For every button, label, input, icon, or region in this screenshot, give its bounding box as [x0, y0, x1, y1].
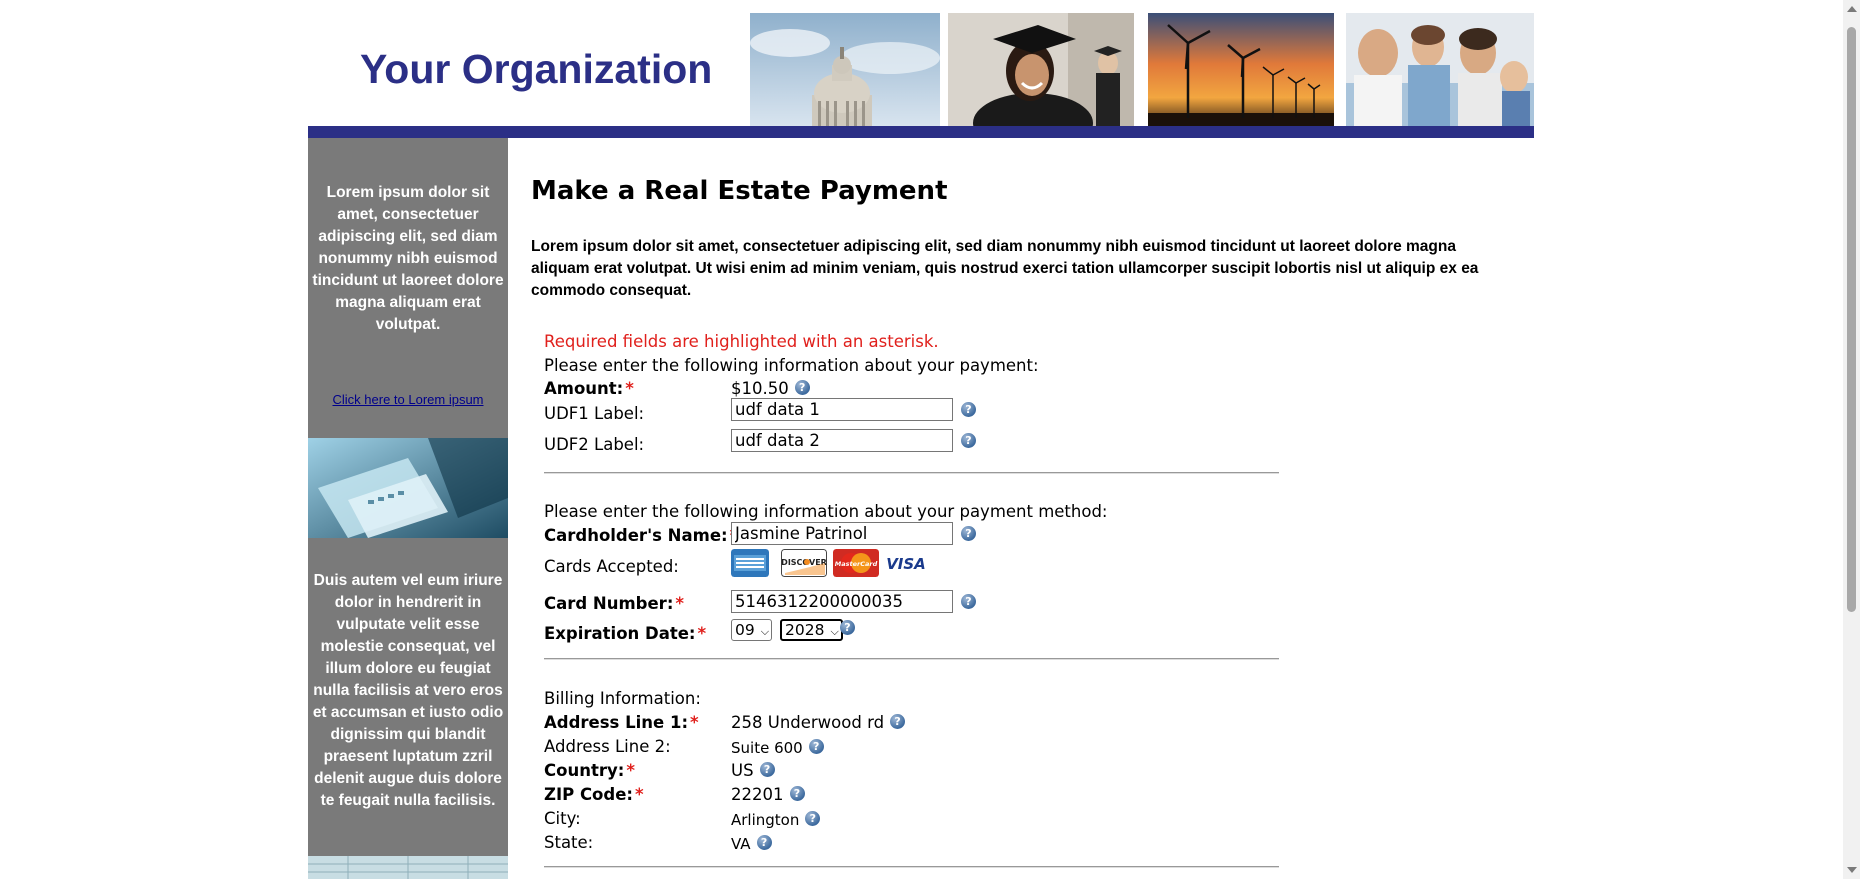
city-label: City:	[544, 809, 581, 828]
state-label: State:	[544, 833, 594, 852]
expiration-month-select[interactable]: 09 ⌵	[731, 619, 773, 641]
capitol-photo	[750, 13, 940, 126]
udf1-row: UDF1 Label: ?	[544, 398, 1279, 430]
credit-cards-photo	[308, 438, 508, 538]
help-icon[interactable]: ?	[805, 811, 821, 826]
header-accent-bar	[308, 126, 1534, 138]
billing-heading: Billing Information:	[544, 689, 701, 708]
country-row: Country: * US?	[544, 761, 1279, 787]
required-asterisk: *	[675, 594, 685, 613]
address1-label: Address Line 1: *	[544, 713, 699, 732]
zip-label: ZIP Code: *	[544, 785, 644, 804]
help-icon[interactable]: ?	[961, 402, 976, 417]
help-icon[interactable]: ?	[789, 786, 805, 801]
help-icon[interactable]: ?	[961, 526, 976, 541]
help-icon[interactable]: ?	[756, 835, 772, 850]
organization-logo: Your Organization	[360, 46, 713, 92]
cardholder-name-input[interactable]	[731, 522, 953, 545]
required-asterisk: *	[625, 379, 634, 398]
udf1-input[interactable]	[731, 398, 953, 421]
state-value: VA?	[731, 835, 772, 853]
amount-label: Amount: *	[544, 379, 634, 398]
chevron-down-icon: ⌵	[830, 625, 839, 638]
address2-row: Address Line 2: Suite 600?	[544, 737, 1279, 763]
expiration-row: Expiration Date: * 09 ⌵ 2028 ⌵ ?	[544, 619, 1279, 650]
help-icon[interactable]: ?	[890, 714, 906, 729]
udf2-label: UDF2 Label:	[544, 435, 645, 454]
visa-text: VISA	[886, 555, 926, 573]
required-asterisk: *	[626, 761, 635, 780]
address1-row: Address Line 1: * 258 Underwood rd?	[544, 713, 1279, 739]
udf2-input[interactable]	[731, 429, 953, 452]
mastercard-text: MasterCard	[835, 560, 878, 568]
card-number-input[interactable]	[731, 590, 953, 613]
zip-value: 22201?	[731, 785, 805, 804]
amex-logo	[731, 549, 769, 577]
mastercard-logo: MasterCard	[833, 549, 879, 577]
page-scrollbar[interactable]	[1843, 0, 1860, 879]
help-icon[interactable]: ?	[794, 380, 810, 395]
address2-label: Address Line 2:	[544, 737, 671, 756]
required-asterisk: *	[697, 624, 707, 643]
help-icon[interactable]: ?	[961, 433, 976, 448]
address1-value: 258 Underwood rd?	[731, 713, 906, 732]
page-title: Make a Real Estate Payment	[531, 176, 948, 206]
visa-logo: VISA	[884, 549, 928, 577]
sidebar-text-1: Lorem ipsum dolor sit amet, consectetuer…	[312, 184, 504, 333]
intro-paragraph: Lorem ipsum dolor sit amet, consectetuer…	[531, 238, 1479, 299]
udf1-label: UDF1 Label:	[544, 404, 645, 423]
cards-accepted-label: Cards Accepted:	[544, 557, 679, 576]
sidebar-link[interactable]: Click here to Lorem ipsum	[308, 392, 508, 407]
section-divider	[544, 866, 1279, 868]
graduate-photo	[948, 13, 1134, 126]
city-value: Arlington?	[731, 811, 821, 829]
discover-logo: DISCOVER	[781, 549, 827, 577]
header-banner: Your Organization	[308, 0, 1534, 138]
required-asterisk: *	[635, 785, 644, 804]
page: Your Organization Lorem ipsum dolor sit …	[308, 0, 1534, 879]
help-icon[interactable]: ?	[840, 620, 855, 635]
cardholder-label: Cardholder's Name:*	[544, 526, 738, 545]
card-number-label: Card Number: *	[544, 594, 685, 613]
help-icon[interactable]: ?	[759, 762, 775, 777]
required-fields-note: Required fields are highlighted with an …	[544, 332, 939, 351]
chevron-down-icon: ⌵	[760, 625, 770, 638]
expiration-label: Expiration Date: *	[544, 624, 707, 643]
city-row: City: Arlington?	[544, 809, 1279, 835]
expiration-year-select[interactable]: 2028 ⌵	[780, 619, 843, 641]
wind-turbines-photo	[1148, 13, 1334, 126]
card-number-row: Card Number:* ?	[544, 590, 1279, 620]
address2-value: Suite 600?	[731, 739, 824, 757]
spreadsheet-photo	[308, 856, 508, 879]
cards-accepted-row: Cards Accepted: DISCOVER MasterCard VISA	[544, 549, 1279, 583]
scroll-down-arrow-icon[interactable]	[1847, 867, 1857, 873]
section-divider	[544, 472, 1279, 474]
state-row: State: VA?	[544, 833, 1279, 859]
payment-info-heading: Please enter the following information a…	[544, 356, 1039, 375]
required-asterisk: *	[690, 713, 699, 732]
scrollbar-thumb[interactable]	[1847, 27, 1856, 612]
zip-row: ZIP Code: * 22201?	[544, 785, 1279, 811]
doctors-family-photo	[1346, 13, 1534, 126]
help-icon[interactable]: ?	[808, 739, 824, 754]
country-value: US?	[731, 761, 775, 780]
help-icon[interactable]: ?	[961, 594, 976, 609]
sidebar-text-2: Duis autem vel eum iriure dolor in hendr…	[312, 572, 504, 809]
scroll-up-arrow-icon[interactable]	[1847, 6, 1857, 12]
payment-method-heading: Please enter the following information a…	[544, 502, 1108, 521]
country-label: Country: *	[544, 761, 635, 780]
amount-value: $10.50?	[731, 379, 810, 398]
section-divider	[544, 658, 1279, 660]
sidebar: Lorem ipsum dolor sit amet, consectetuer…	[308, 138, 508, 879]
udf2-row: UDF2 Label: ?	[544, 429, 1279, 461]
